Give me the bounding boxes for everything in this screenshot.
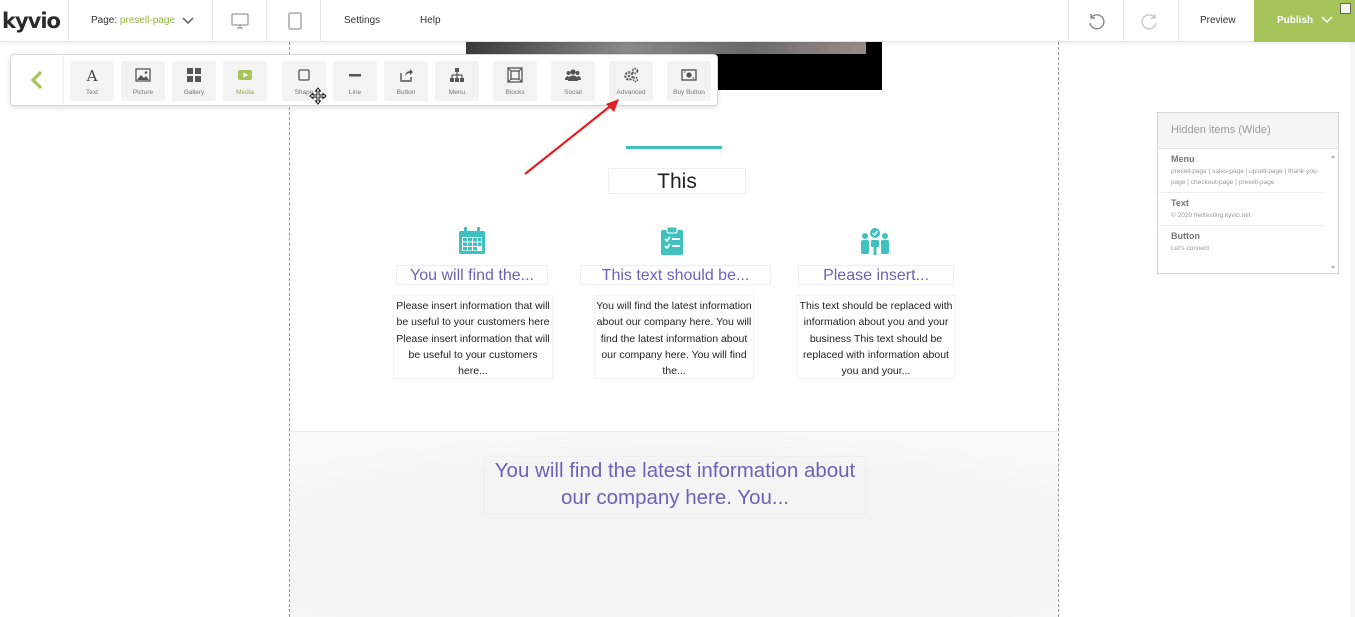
widget-label: Line [348, 89, 362, 96]
feature-title[interactable]: You will find the... [396, 265, 548, 285]
preview-button[interactable]: Preview [1200, 15, 1236, 26]
expand-icon[interactable] [1340, 3, 1351, 14]
hidden-item-text[interactable]: Text © 2020 heiltesting.kyvio.net [1158, 193, 1326, 226]
widget-label: Gallery [183, 89, 205, 96]
divider [68, 0, 69, 42]
button-icon [400, 69, 413, 82]
buy-button-icon [681, 69, 697, 81]
hidden-items-title: Hidden items (Wide) [1158, 113, 1338, 149]
blocks-icon [507, 67, 523, 83]
teal-divider[interactable] [626, 146, 722, 149]
widget-picture[interactable]: Picture [121, 61, 165, 101]
svg-text:A: A [86, 67, 98, 83]
menu-icon [450, 68, 464, 82]
widget-label: Buy Button [673, 89, 705, 96]
chevron-down-icon[interactable] [1320, 13, 1334, 27]
divider [266, 0, 267, 42]
widget-label: Picture [132, 89, 154, 96]
media-icon [238, 70, 252, 80]
hidden-item-button[interactable]: Button Let's connect [1158, 226, 1326, 258]
page-label: Page: [91, 15, 118, 26]
logo-text: kyvio [2, 9, 61, 33]
calendar-icon[interactable] [457, 226, 487, 256]
hidden-items-panel: Hidden items (Wide) Menu presell-page | … [1157, 112, 1339, 274]
widget-text[interactable]: A Text [70, 61, 114, 101]
page-selector[interactable]: Page: presell-page [91, 15, 175, 26]
redo-icon[interactable] [1140, 11, 1160, 31]
hero-image-photo [466, 42, 866, 54]
widget-label: Button [396, 89, 416, 96]
widget-line[interactable]: Line [333, 61, 377, 101]
move-cursor-icon [309, 87, 327, 105]
hidden-item-subtitle: presell-page | sales-page | upsell-page … [1171, 168, 1319, 186]
clipboard-checklist-icon[interactable] [657, 226, 687, 256]
divider [1068, 0, 1069, 42]
team-icon[interactable] [860, 226, 890, 256]
hidden-item-title: Button [1171, 231, 1200, 241]
section-heading-text[interactable]: You will find the latest information abo… [484, 456, 866, 514]
feature-title[interactable]: Please insert... [798, 265, 954, 285]
collapse-toolbar-button[interactable] [11, 55, 64, 105]
shape-icon [298, 69, 310, 81]
panel-scrollbar[interactable] [1330, 153, 1336, 271]
publish-label: Publish [1277, 15, 1314, 26]
divider [1178, 0, 1179, 42]
hidden-item-subtitle: Let's connect [1171, 245, 1210, 252]
feature-body[interactable]: You will find the latest information abo… [594, 295, 754, 379]
divider [320, 0, 321, 42]
hidden-item-title: Menu [1171, 154, 1195, 164]
section-title[interactable]: This [608, 168, 746, 194]
tablet-view-icon[interactable] [284, 10, 306, 32]
divider [1123, 0, 1124, 42]
hidden-item-menu[interactable]: Menu presell-page | sales-page | upsell-… [1158, 149, 1326, 193]
chevron-left-icon[interactable] [28, 70, 46, 90]
page-name: presell-page [119, 15, 175, 26]
undo-icon[interactable] [1086, 11, 1106, 31]
widget-media[interactable]: Media [223, 61, 267, 101]
widget-label: Text [86, 89, 98, 96]
top-bar: kyvio Page: presell-page Settings Help P… [0, 0, 1355, 42]
social-icon [565, 69, 581, 81]
widget-gallery[interactable]: Gallery [172, 61, 216, 101]
kyvio-logo[interactable]: kyvio [2, 9, 64, 33]
widget-button[interactable]: Button [384, 61, 428, 101]
picture-icon [135, 68, 151, 82]
feature-body[interactable]: This text should be replaced with inform… [796, 295, 956, 379]
desktop-view-icon[interactable] [229, 10, 251, 32]
feature-title[interactable]: This text should be... [580, 265, 771, 285]
widget-buy-button[interactable]: Buy Button [667, 61, 711, 101]
feature-body[interactable]: Please insert information that will be u… [393, 295, 553, 379]
divider [212, 0, 213, 42]
hidden-item-title: Text [1171, 198, 1189, 208]
hidden-item-subtitle: © 2020 heiltesting.kyvio.net [1171, 212, 1251, 219]
widget-menu[interactable]: Menu [435, 61, 479, 101]
chevron-down-icon[interactable] [181, 14, 195, 28]
help-menu[interactable]: Help [420, 15, 441, 26]
line-icon [349, 74, 361, 77]
text-icon: A [86, 67, 98, 83]
widget-label: Menu [448, 89, 466, 96]
page-scrollbar[interactable] [1350, 42, 1355, 617]
settings-menu[interactable]: Settings [344, 15, 380, 26]
advanced-icon [624, 67, 639, 83]
widget-label: Media [236, 89, 254, 96]
annotation-arrow [524, 99, 619, 175]
gallery-icon [187, 68, 201, 82]
